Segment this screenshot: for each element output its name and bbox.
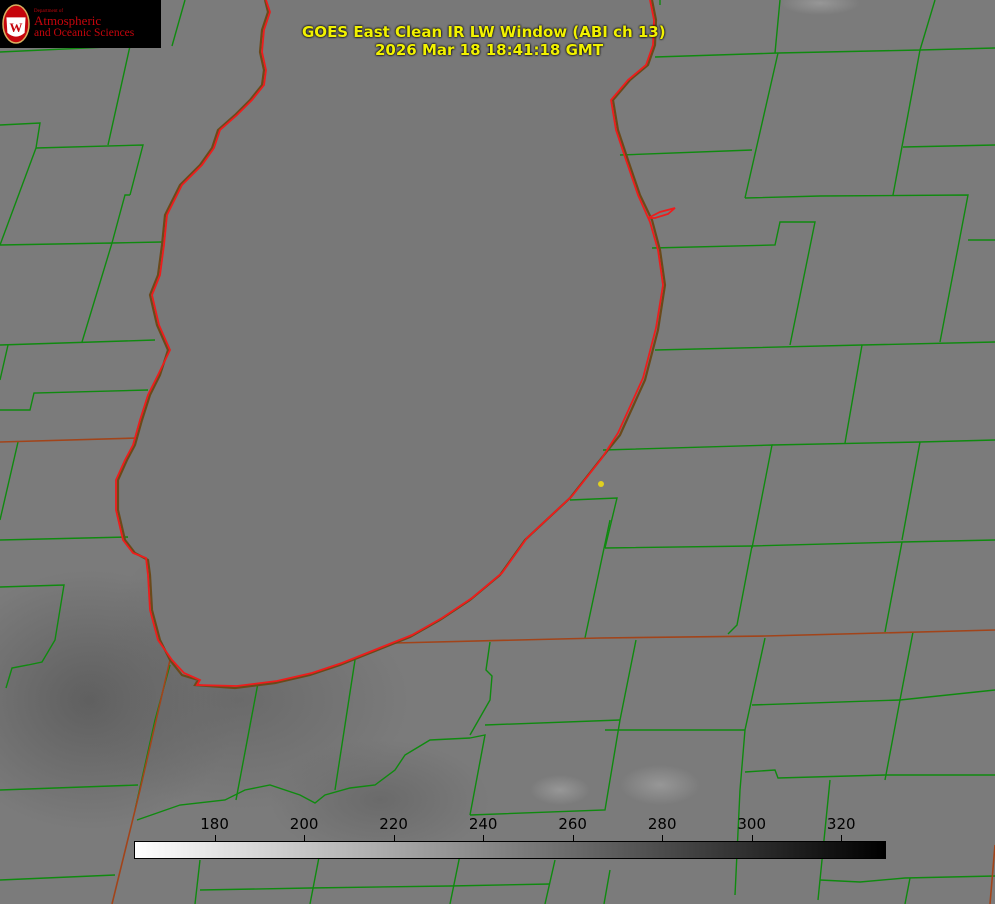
colorbar-tick-label: 240	[468, 815, 498, 833]
uw-aos-logo: W Department of Atmospheric and Oceanic …	[0, 0, 161, 48]
title-line-1: GOES East Clean IR LW Window (ABI ch 13)	[302, 23, 666, 41]
svg-text:W: W	[10, 20, 23, 35]
dot-marker-icon	[598, 481, 604, 487]
title-line-2: 2026 Mar 18 18:41:18 GMT	[375, 41, 604, 59]
colorbar-tick-mark	[304, 835, 306, 841]
colorbar-tick-mark	[214, 835, 216, 841]
colorbar-tick-label: 180	[200, 815, 229, 833]
colorbar-tick-label: 200	[289, 815, 319, 833]
colorbar-tick-label: 300	[737, 815, 767, 833]
logo-line-2: and Oceanic Sciences	[34, 27, 135, 39]
colorbar-tick-mark	[572, 835, 574, 841]
colorbar-tick-mark	[751, 835, 753, 841]
satellite-map	[0, 0, 995, 904]
colorbar-tick-mark	[393, 835, 395, 841]
colorbar-tick-mark	[662, 835, 664, 841]
colorbar	[134, 841, 886, 859]
colorbar-tick-label: 220	[379, 815, 408, 833]
colorbar-tick-mark	[483, 835, 485, 841]
colorbar-tick-label: 280	[647, 815, 677, 833]
colorbar-tick-label: 320	[826, 815, 856, 833]
colorbar-tick-label: 260	[558, 815, 587, 833]
colorbar-tick-mark	[841, 835, 843, 841]
uw-seal-icon: W	[2, 4, 30, 44]
